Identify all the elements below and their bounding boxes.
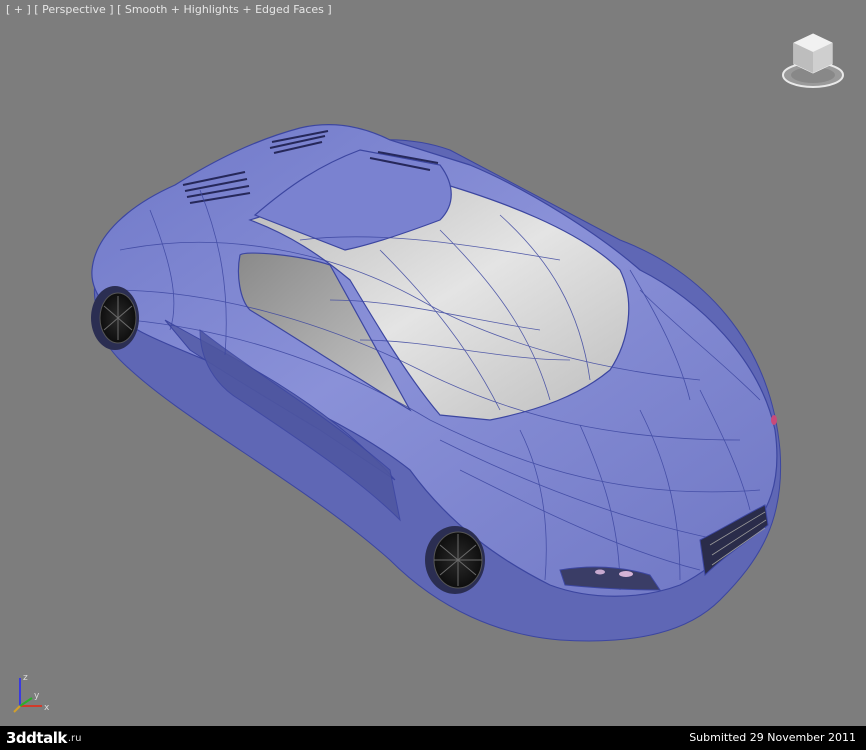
viewport-label[interactable]: [ + ] [ Perspective ] [ Smooth + Highlig… [6, 3, 332, 16]
side-marker-light [771, 415, 777, 425]
footer-bar: 3ddtalk .ru Submitted 29 November 2011 [0, 726, 866, 750]
front-wheel [425, 526, 485, 594]
viewport-perspective[interactable]: [ + ] [ Perspective ] [ Smooth + Highlig… [0, 0, 866, 726]
axis-y-label: y [34, 691, 40, 701]
headlight-lamp-2 [595, 569, 605, 575]
car-model [91, 124, 782, 642]
viewcube-icon[interactable] [780, 28, 846, 90]
rear-wheel [91, 286, 139, 350]
site-logo[interactable]: 3ddtalk .ru [6, 729, 81, 747]
axis-z-label: z [23, 673, 28, 683]
axis-x-label: x [44, 703, 50, 713]
logo-text: 3ddtalk [6, 729, 67, 747]
logo-tld: .ru [67, 732, 82, 744]
headlight-lamp [619, 571, 633, 577]
submitted-date: Submitted 29 November 2011 [689, 731, 856, 744]
axis-tripod-icon: z x y [13, 673, 50, 713]
